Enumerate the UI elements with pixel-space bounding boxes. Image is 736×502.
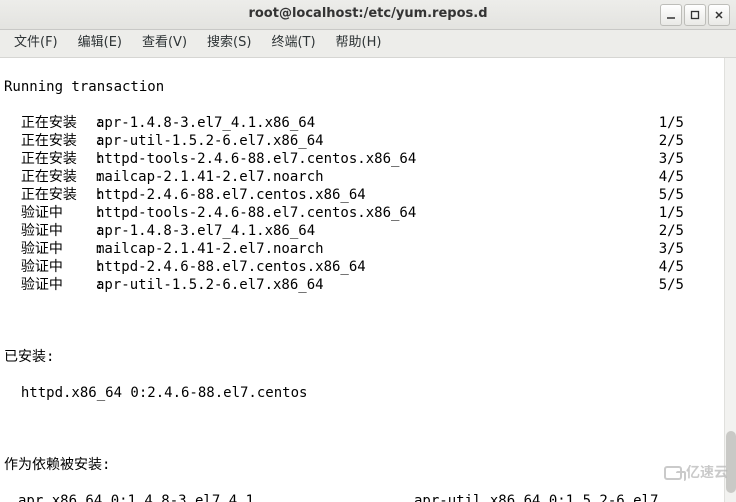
- row-pkg: apr-util-1.5.2-6.el7.x86_64: [96, 132, 656, 150]
- menu-search[interactable]: 搜索(S): [199, 32, 259, 55]
- row-count: 2/5: [656, 222, 688, 240]
- row-colon: :: [70, 276, 96, 294]
- terminal-line: 验证中 : httpd-2.4.6-88.el7.centos.x86_644/…: [4, 258, 730, 276]
- row-label: 验证中: [4, 258, 70, 276]
- deps-header: 作为依赖被安装:: [4, 456, 730, 474]
- row-pkg: apr-util-1.5.2-6.el7.x86_64: [96, 276, 656, 294]
- row-colon: :: [70, 150, 96, 168]
- row-colon: :: [70, 204, 96, 222]
- row-pkg: httpd-2.4.6-88.el7.centos.x86_64: [96, 258, 656, 276]
- close-button[interactable]: [708, 4, 730, 26]
- terminal-line: Running transaction: [4, 78, 730, 96]
- close-icon: [714, 10, 724, 20]
- terminal-line: 验证中 : apr-1.4.8-3.el7_4.1.x86_642/5: [4, 222, 730, 240]
- window-buttons: [660, 4, 730, 26]
- row-label: 验证中: [4, 276, 70, 294]
- terminal-line: 验证中 : httpd-tools-2.4.6-88.el7.centos.x8…: [4, 204, 730, 222]
- terminal-line: 正在安装 : apr-util-1.5.2-6.el7.x86_642/5: [4, 132, 730, 150]
- row-label: 正在安装: [4, 150, 70, 168]
- menu-help[interactable]: 帮助(H): [328, 32, 390, 55]
- row-label: 验证中: [4, 222, 70, 240]
- maximize-icon: [690, 10, 700, 20]
- row-pkg: mailcap-2.1.41-2.el7.noarch: [96, 240, 656, 258]
- installed-line: httpd.x86_64 0:2.4.6-88.el7.centos: [4, 384, 730, 402]
- row-colon: :: [70, 132, 96, 150]
- window-title: root@localhost:/etc/yum.repos.d: [0, 6, 736, 23]
- terminal[interactable]: Running transaction 正在安装 : apr-1.4.8-3.e…: [0, 58, 736, 502]
- row-pkg: httpd-tools-2.4.6-88.el7.centos.x86_64: [96, 204, 656, 222]
- menubar: 文件(F) 编辑(E) 查看(V) 搜索(S) 终端(T) 帮助(H): [0, 30, 736, 58]
- menu-edit[interactable]: 编辑(E): [70, 32, 130, 55]
- row-count: 1/5: [656, 204, 688, 222]
- terminal-line: 验证中 : mailcap-2.1.41-2.el7.noarch3/5: [4, 240, 730, 258]
- row-count: 3/5: [656, 150, 688, 168]
- terminal-line: 验证中 : apr-util-1.5.2-6.el7.x86_645/5: [4, 276, 730, 294]
- dep-left: apr.x86_64 0:1.4.8-3.el7_4.1: [4, 492, 414, 502]
- terminal-line: [4, 420, 730, 438]
- minimize-button[interactable]: [660, 4, 682, 26]
- row-count: 4/5: [656, 258, 688, 276]
- row-colon: :: [70, 168, 96, 186]
- row-count: 2/5: [656, 132, 688, 150]
- row-colon: :: [70, 240, 96, 258]
- row-count: 5/5: [656, 186, 688, 204]
- row-pkg: apr-1.4.8-3.el7_4.1.x86_64: [96, 222, 656, 240]
- installed-header: 已安装:: [4, 348, 730, 366]
- row-label: 验证中: [4, 204, 70, 222]
- row-label: 正在安装: [4, 186, 70, 204]
- menu-view[interactable]: 查看(V): [134, 32, 195, 55]
- row-colon: :: [70, 186, 96, 204]
- terminal-line: 正在安装 : apr-1.4.8-3.el7_4.1.x86_641/5: [4, 114, 730, 132]
- row-label: 正在安装: [4, 168, 70, 186]
- titlebar: root@localhost:/etc/yum.repos.d: [0, 0, 736, 30]
- menu-file[interactable]: 文件(F): [6, 32, 66, 55]
- minimize-icon: [666, 10, 676, 20]
- terminal-line: 正在安装 : httpd-tools-2.4.6-88.el7.centos.x…: [4, 150, 730, 168]
- menu-terminal[interactable]: 终端(T): [263, 32, 323, 55]
- row-count: 3/5: [656, 240, 688, 258]
- maximize-button[interactable]: [684, 4, 706, 26]
- terminal-area: Running transaction 正在安装 : apr-1.4.8-3.e…: [0, 58, 736, 502]
- row-label: 正在安装: [4, 132, 70, 150]
- row-pkg: apr-1.4.8-3.el7_4.1.x86_64: [96, 114, 656, 132]
- row-colon: :: [70, 114, 96, 132]
- row-count: 1/5: [656, 114, 688, 132]
- row-label: 验证中: [4, 240, 70, 258]
- row-colon: :: [70, 258, 96, 276]
- scrollbar[interactable]: [724, 58, 736, 502]
- row-label: 正在安装: [4, 114, 70, 132]
- row-pkg: httpd-2.4.6-88.el7.centos.x86_64: [96, 186, 656, 204]
- terminal-line: 正在安装 : httpd-2.4.6-88.el7.centos.x86_645…: [4, 186, 730, 204]
- terminal-line: 正在安装 : mailcap-2.1.41-2.el7.noarch4/5: [4, 168, 730, 186]
- terminal-line: [4, 312, 730, 330]
- dep-right: apr-util.x86_64 0:1.5.2-6.el7: [414, 492, 658, 502]
- row-pkg: httpd-tools-2.4.6-88.el7.centos.x86_64: [96, 150, 656, 168]
- row-pkg: mailcap-2.1.41-2.el7.noarch: [96, 168, 656, 186]
- terminal-line: apr.x86_64 0:1.4.8-3.el7_4.1apr-util.x86…: [4, 492, 730, 502]
- row-count: 5/5: [656, 276, 688, 294]
- row-count: 4/5: [656, 168, 688, 186]
- row-colon: :: [70, 222, 96, 240]
- scroll-thumb[interactable]: [726, 431, 736, 493]
